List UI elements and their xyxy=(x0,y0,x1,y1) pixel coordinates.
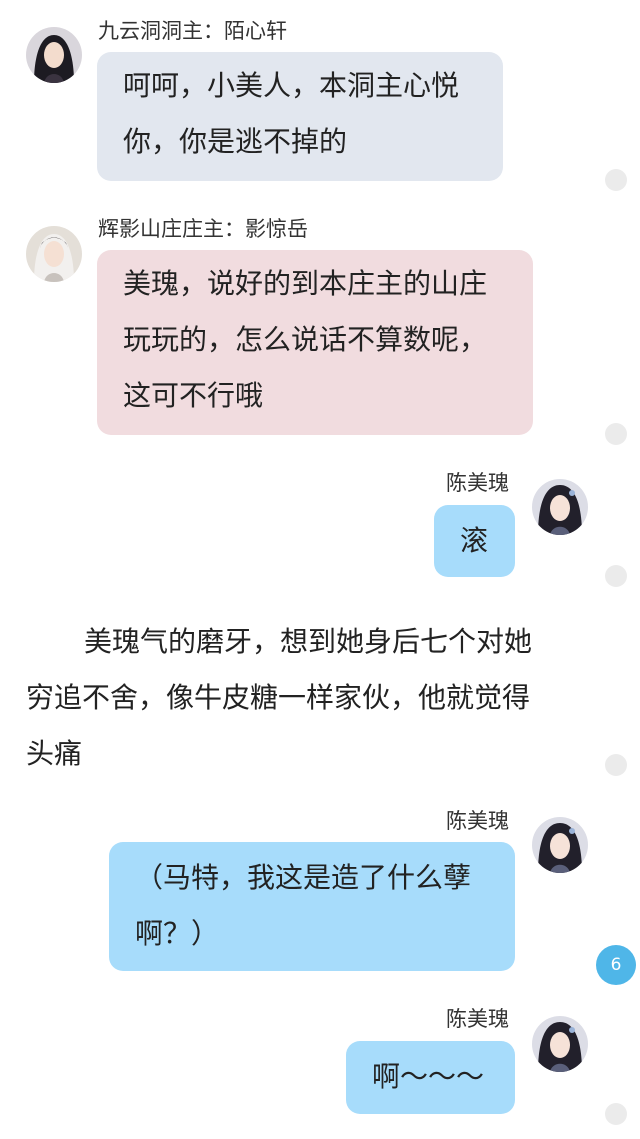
message-bubble[interactable]: 滚 xyxy=(434,505,515,577)
narration-line: 美瑰气的磨牙，想到她身后七个对她 xyxy=(84,625,533,658)
sender-avatar[interactable] xyxy=(26,27,82,83)
male-white-hair-avatar-icon xyxy=(26,226,82,282)
sender-name: 九云洞洞主：陌心轩 xyxy=(98,19,287,43)
sender-avatar[interactable] xyxy=(26,226,82,282)
female-avatar-icon xyxy=(532,817,588,873)
message-line: 啊～～～ xyxy=(372,1060,485,1093)
female-avatar-icon xyxy=(532,1016,588,1072)
sender-name: 陈美瑰 xyxy=(446,1007,509,1031)
narration-text: 美瑰气的磨牙，想到她身后七个对她 穷追不舍，像牛皮糖一样家伙，他就觉得 头痛 xyxy=(26,614,586,782)
message-bubble[interactable]: 啊～～～ xyxy=(346,1041,515,1114)
female-avatar-icon xyxy=(532,479,588,535)
sender-avatar[interactable] xyxy=(532,817,588,873)
sender-avatar[interactable] xyxy=(532,479,588,535)
sender-name: 陈美瑰 xyxy=(446,809,509,833)
message-line: 呵呵，小美人，本洞主心悦 xyxy=(123,69,460,102)
comment-count-badge[interactable]: 6 xyxy=(596,945,636,985)
sender-name: 陈美瑰 xyxy=(446,471,509,495)
message-line: 滚 xyxy=(460,524,489,557)
sender-avatar[interactable] xyxy=(532,1016,588,1072)
male-dark-hair-avatar-icon xyxy=(26,27,82,83)
message-bubble[interactable]: 呵呵，小美人，本洞主心悦 你，你是逃不掉的 xyxy=(97,52,503,181)
sender-name: 辉影山庄庄主：影惊岳 xyxy=(98,217,308,241)
comment-dot[interactable] xyxy=(605,565,627,587)
message-line: 啊？） xyxy=(135,917,220,950)
narration-line: 头痛 xyxy=(26,737,83,770)
comment-dot[interactable] xyxy=(605,169,627,191)
message-line: 这可不行哦 xyxy=(123,379,264,412)
comment-dot[interactable] xyxy=(605,423,627,445)
narration-line: 穷追不舍，像牛皮糖一样家伙，他就觉得 xyxy=(26,681,531,714)
message-line: （马特，我这是造了什么孽 xyxy=(135,861,472,894)
message-bubble[interactable]: （马特，我这是造了什么孽 啊？） xyxy=(109,842,515,971)
message-bubble[interactable]: 美瑰，说好的到本庄主的山庄 玩玩的，怎么说话不算数呢， 这可不行哦 xyxy=(97,250,533,435)
message-line: 你，你是逃不掉的 xyxy=(123,125,348,158)
comment-dot[interactable] xyxy=(605,1103,627,1125)
comment-dot[interactable] xyxy=(605,754,627,776)
message-line: 美瑰，说好的到本庄主的山庄 xyxy=(123,267,488,300)
message-line: 玩玩的，怎么说话不算数呢， xyxy=(123,323,488,356)
